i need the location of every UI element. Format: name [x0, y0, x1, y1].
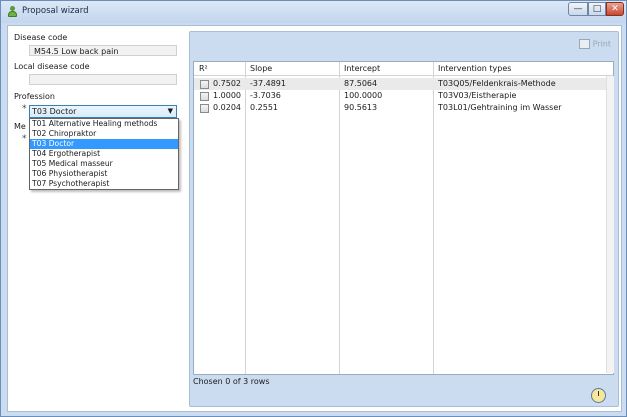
cell-intervention-type: T03L01/Gehtraining im Wasser: [438, 103, 562, 112]
required-marker: *: [22, 104, 27, 114]
proposal-wizard-window: Proposal wizard — □ ✕ Disease code M54.5…: [0, 0, 627, 417]
results-panel: Print R² Slope Intercept Intervention ty…: [189, 31, 619, 407]
print-label: Print: [592, 39, 611, 49]
cell-intercept: 87.5064: [344, 79, 378, 88]
user-icon: [8, 6, 17, 18]
cell-r2: 0.7502: [213, 79, 241, 88]
disease-code-field: M54.5 Low back pain: [29, 45, 177, 56]
title-bar[interactable]: Proposal wizard — □ ✕: [1, 1, 626, 23]
selection-status: Chosen 0 of 3 rows: [193, 377, 270, 386]
cell-slope: -3.7036: [250, 91, 281, 100]
option-t05[interactable]: T05 Medical masseur: [30, 159, 178, 169]
profession-dropdown-list: T01 Alternative Healing methods T02 Chir…: [29, 118, 179, 190]
results-table: R² Slope Intercept Intervention types 0.…: [193, 61, 614, 375]
cell-r2: 1.0000: [213, 91, 241, 100]
client-area: Disease code M54.5 Low back pain Local d…: [7, 25, 622, 412]
disease-code-label: Disease code: [14, 33, 68, 42]
print-button[interactable]: Print: [578, 39, 611, 49]
cell-slope: -37.4891: [250, 79, 286, 88]
local-disease-code-label: Local disease code: [14, 62, 90, 71]
option-t06[interactable]: T06 Physiotherapist: [30, 169, 178, 179]
cell-intercept: 100.0000: [344, 91, 383, 100]
close-button[interactable]: ✕: [606, 2, 624, 16]
cell-intervention-type: T03Q05/Feldenkrais-Methode: [438, 79, 556, 88]
window-title: Proposal wizard: [22, 6, 89, 16]
cell-intercept: 90.5613: [344, 103, 378, 112]
column-slope[interactable]: Slope: [250, 64, 272, 73]
row-checkbox[interactable]: [200, 104, 209, 113]
column-intercept[interactable]: Intercept: [344, 64, 380, 73]
option-t02[interactable]: T02 Chiropraktor: [30, 129, 178, 139]
table-row[interactable]: 0.0204 0.2551 90.5613 T03L01/Gehtraining…: [194, 102, 613, 114]
cell-slope: 0.2551: [250, 103, 278, 112]
option-t01[interactable]: T01 Alternative Healing methods: [30, 119, 178, 129]
profession-selected-value: T03 Doctor: [32, 107, 77, 116]
print-icon: [578, 39, 590, 49]
option-t07[interactable]: T07 Psychotherapist: [30, 179, 178, 189]
column-intervention-types[interactable]: Intervention types: [438, 64, 511, 73]
cell-intervention-type: T03V03/Eistherapie: [438, 91, 517, 100]
option-t04[interactable]: T04 Ergotherapist: [30, 149, 178, 159]
cell-r2: 0.0204: [213, 103, 241, 112]
table-row[interactable]: 0.7502 -37.4891 87.5064 T03Q05/Feldenkra…: [194, 78, 613, 90]
dropdown-arrow-icon[interactable]: ▼: [168, 106, 173, 117]
required-marker-2: *: [22, 134, 27, 144]
table-row[interactable]: 1.0000 -3.7036 100.0000 T03V03/Eistherap…: [194, 90, 613, 102]
table-header: R² Slope Intercept Intervention types: [194, 62, 613, 76]
column-r2[interactable]: R²: [199, 64, 208, 73]
profession-label: Profession: [14, 92, 55, 101]
row-checkbox[interactable]: [200, 80, 209, 89]
row-checkbox[interactable]: [200, 92, 209, 101]
local-disease-code-field[interactable]: [29, 74, 177, 85]
clock-icon[interactable]: [591, 388, 606, 403]
vertical-scrollbar[interactable]: [606, 76, 614, 373]
minimize-button[interactable]: —: [568, 2, 588, 16]
hidden-field-label: Me: [14, 122, 26, 131]
option-t03[interactable]: T03 Doctor: [30, 139, 178, 149]
profession-select[interactable]: T03 Doctor ▼: [29, 105, 177, 118]
maximize-button[interactable]: □: [588, 2, 606, 16]
